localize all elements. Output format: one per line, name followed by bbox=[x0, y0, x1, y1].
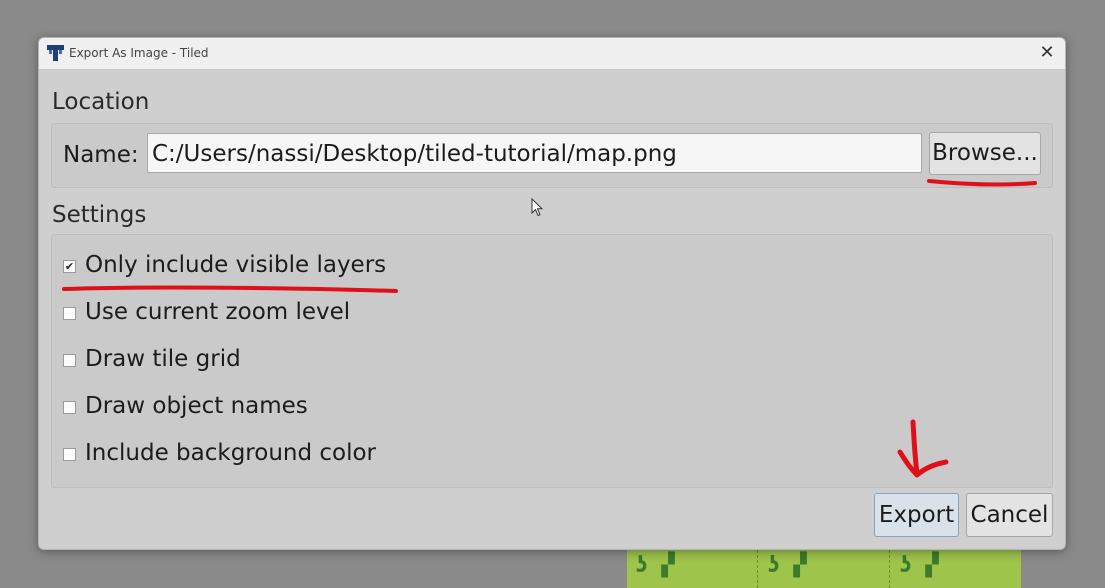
checkbox-unchecked[interactable] bbox=[63, 307, 76, 320]
option-label: Use current zoom level bbox=[85, 299, 351, 325]
checkbox-unchecked[interactable] bbox=[63, 448, 76, 461]
option-label: Only include visible layers bbox=[85, 252, 387, 278]
browse-button[interactable]: Browse... bbox=[929, 132, 1041, 175]
option-label: Draw object names bbox=[85, 393, 308, 419]
export-as-image-dialog: Export As Image - Tiled ✕ Location Name:… bbox=[38, 37, 1066, 550]
location-section-label: Location bbox=[52, 89, 150, 115]
tiled-logo-icon bbox=[47, 45, 64, 61]
map-grid-line bbox=[757, 545, 759, 588]
mouse-pointer-icon bbox=[531, 197, 545, 222]
cancel-button[interactable]: Cancel bbox=[966, 493, 1053, 537]
checkbox-unchecked[interactable] bbox=[63, 354, 76, 367]
close-icon[interactable]: ✕ bbox=[1029, 38, 1065, 69]
map-tile-decoration: ʖ ▞ bbox=[635, 553, 675, 578]
window-title: Export As Image - Tiled bbox=[69, 46, 209, 60]
option-label: Include background color bbox=[85, 440, 377, 466]
checkbox-unchecked[interactable] bbox=[63, 401, 76, 414]
background-map-preview: ʖ ▞ ʖ ▞ ʖ ▞ bbox=[627, 545, 1021, 588]
checkbox-checked[interactable]: ✔ bbox=[63, 260, 76, 273]
name-label: Name: bbox=[63, 142, 139, 168]
option-label: Draw tile grid bbox=[85, 346, 241, 372]
map-tile-decoration: ʖ ▞ bbox=[899, 553, 939, 578]
settings-section-label: Settings bbox=[52, 202, 147, 228]
export-button[interactable]: Export bbox=[874, 493, 959, 537]
map-tile-decoration: ʖ ▞ bbox=[767, 553, 807, 578]
map-grid-line bbox=[889, 545, 891, 588]
title-bar[interactable]: Export As Image - Tiled ✕ bbox=[39, 38, 1065, 70]
file-path-input[interactable]: C:/Users/nassi/Desktop/tiled-tutorial/ma… bbox=[147, 133, 922, 173]
